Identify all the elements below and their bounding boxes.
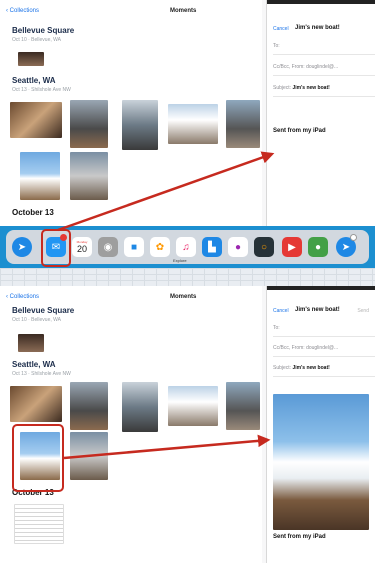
subject-value: Jim's new boat! — [292, 365, 330, 371]
photo-thumbnail[interactable] — [10, 102, 62, 138]
back-label: Collections — [9, 294, 40, 300]
calendar-date: 20 — [76, 244, 87, 254]
cancel-button[interactable]: Cancel — [273, 26, 289, 32]
to-label: To: — [273, 43, 280, 49]
photo-thumbnail[interactable] — [168, 104, 218, 144]
compose-title: Jim's new boat! — [295, 25, 340, 31]
photo-thumbnail[interactable] — [168, 386, 218, 426]
ccbcc-field[interactable]: Cc/Bcc, From: douglindel@... — [273, 61, 375, 76]
photo-thumbnail[interactable] — [18, 334, 44, 352]
section-heading: October 13 — [12, 208, 54, 217]
subject-field[interactable]: Subject: Jim's new boat! — [273, 362, 375, 377]
back-label: Collections — [9, 8, 40, 14]
group-title: Bellevue Square — [12, 26, 75, 35]
photo-thumbnail[interactable] — [70, 152, 108, 200]
files-icon[interactable]: ■ — [124, 237, 144, 257]
inserted-photo[interactable] — [273, 394, 369, 530]
send-button[interactable]: Send — [357, 308, 369, 314]
to-field[interactable]: To: — [273, 40, 375, 55]
compose-title: Jim's new boat! — [295, 307, 340, 313]
signature-text[interactable]: Sent from my iPad — [273, 534, 326, 540]
mail-compose-panel: Cancel Jim's new boat! To: Cc/Bcc, From:… — [266, 0, 375, 226]
ccbcc-label: Cc/Bcc, From: — [273, 345, 305, 351]
mail-compose-panel: Cancel Jim's new boat! Send To: Cc/Bcc, … — [266, 286, 375, 563]
photo-thumbnail[interactable] — [122, 100, 158, 150]
ccbcc-field[interactable]: Cc/Bcc, From: douglindel@... — [273, 342, 375, 357]
document-thumbnail[interactable] — [14, 504, 64, 544]
safari-icon[interactable]: ➤ — [12, 237, 32, 257]
signature-text[interactable]: Sent from my iPad — [273, 128, 326, 134]
youtube-icon[interactable]: ▶ — [282, 237, 302, 257]
photos-panel: ‹ Collections Moments Bellevue Square Oc… — [0, 0, 262, 226]
divider-strip — [0, 268, 375, 286]
window-handle[interactable] — [267, 0, 375, 4]
group-title: Seattle, WA — [12, 76, 56, 85]
photo-thumbnail[interactable] — [70, 100, 108, 148]
top-screenshot: ‹ Collections Moments Bellevue Square Oc… — [0, 0, 375, 226]
ccbcc-value: douglindel@... — [306, 64, 339, 70]
collections-back-button[interactable]: ‹ Collections — [6, 8, 39, 14]
subject-label: Subject: — [273, 85, 292, 91]
explore-label: Explore — [173, 258, 187, 263]
to-label: To: — [273, 325, 280, 331]
contacts-icon[interactable]: ◉ — [98, 237, 118, 257]
ccbcc-value: douglindel@... — [306, 345, 339, 351]
group-subtitle: Oct 10 · Bellevue, WA — [12, 37, 61, 43]
calendar-icon[interactable]: Monday 20 — [72, 237, 92, 257]
subject-value: Jim's new boat! — [292, 85, 330, 91]
subject-field[interactable]: Subject: Jim's new boat! — [273, 82, 375, 97]
photo-highlight — [12, 424, 64, 492]
circle-app-icon[interactable]: ○ — [254, 237, 274, 257]
photo-thumbnail[interactable] — [18, 52, 44, 66]
slide-over-badge — [350, 234, 357, 241]
photo-thumbnail[interactable] — [70, 432, 108, 480]
moments-title: Moments — [170, 294, 197, 300]
explore-icon[interactable]: ▙ — [202, 237, 222, 257]
group-subtitle: Oct 10 · Bellevue, WA — [12, 317, 61, 323]
window-handle[interactable] — [267, 286, 375, 290]
group-subtitle: Oct 13 · Shilshole Ave NW — [12, 87, 71, 93]
moments-title: Moments — [170, 8, 197, 14]
group-title: Seattle, WA — [12, 360, 56, 369]
group-subtitle: Oct 13 · Shilshole Ave NW — [12, 371, 71, 377]
game-center-icon[interactable]: ● — [228, 237, 248, 257]
mail-icon-highlight — [41, 229, 71, 267]
photo-thumbnail[interactable] — [20, 152, 60, 200]
music-icon[interactable]: ♫ — [176, 237, 196, 257]
photo-thumbnail[interactable] — [226, 382, 260, 430]
photo-thumbnail[interactable] — [122, 382, 158, 432]
collections-back-button[interactable]: ‹ Collections — [6, 294, 39, 300]
photo-thumbnail[interactable] — [10, 386, 62, 422]
subject-label: Subject: — [273, 365, 292, 371]
photo-thumbnail[interactable] — [226, 100, 260, 148]
photos-icon[interactable]: ✿ — [150, 237, 170, 257]
group-title: Bellevue Square — [12, 306, 75, 315]
photo-thumbnail[interactable] — [70, 382, 108, 430]
ccbcc-label: Cc/Bcc, From: — [273, 64, 305, 70]
to-field[interactable]: To: — [273, 322, 375, 337]
cancel-button[interactable]: Cancel — [273, 308, 289, 314]
messages-icon[interactable]: ● — [308, 237, 328, 257]
